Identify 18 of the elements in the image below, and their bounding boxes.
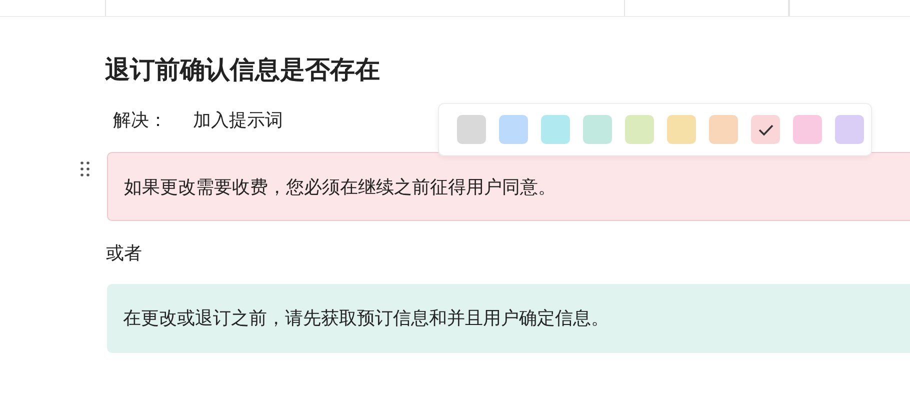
solution-text: 加入提示词 [193,110,283,131]
body-text: 或者 [106,242,143,266]
drag-handle-icon[interactable] [79,161,91,177]
color-swatch[interactable] [457,115,486,144]
checkmark-icon [758,124,774,136]
color-swatch[interactable] [835,115,864,144]
color-swatch[interactable] [793,115,822,144]
color-swatch[interactable] [751,115,780,144]
color-swatch[interactable] [541,115,570,144]
page-heading: 退订前确认信息是否存在 [105,54,381,86]
color-swatch[interactable] [625,115,654,144]
callout-block: 在更改或退订之前，请先获取预订信息和并且用户确定信息。 [107,284,910,353]
solution-label: 解决： [113,110,167,131]
color-swatch[interactable] [499,115,528,144]
color-swatch[interactable] [583,115,612,144]
color-swatch[interactable] [667,115,696,144]
color-swatch[interactable] [709,115,738,144]
callout-block: 如果更改需要收费，您必须在继续之前征得用户同意。 [107,152,910,221]
